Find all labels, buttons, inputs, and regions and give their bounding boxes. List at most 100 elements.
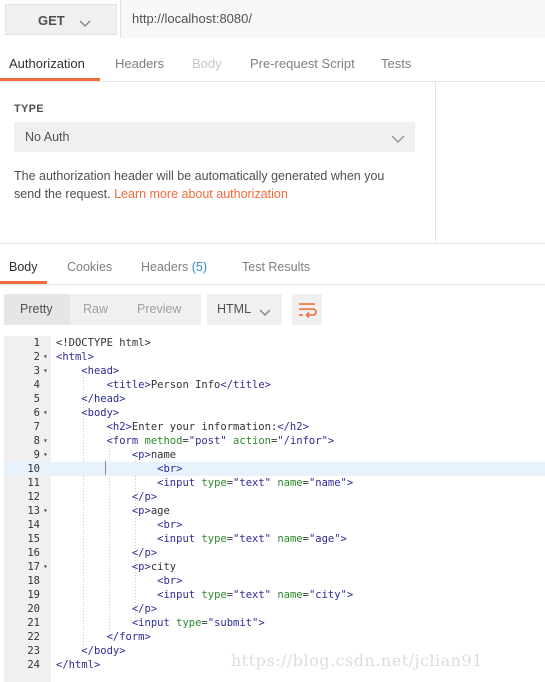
chevron-down-icon	[79, 15, 91, 33]
line-number: 10	[27, 463, 40, 475]
line-number: 13	[27, 505, 40, 517]
text-cursor	[105, 461, 106, 475]
code-text: </p>	[131, 603, 158, 615]
tab-pre-request-script[interactable]: Pre-request Script	[250, 56, 355, 71]
code-line: 12 </p>	[4, 490, 545, 504]
method-dropdown[interactable]: GET	[5, 4, 117, 35]
tab-response-headers[interactable]: Headers (5)	[141, 260, 207, 274]
code-line: 22 </form>	[4, 630, 545, 644]
code-text: </html>	[56, 659, 101, 671]
code-text: <h2>Enter your information:</h2>	[106, 421, 309, 433]
code-text: <br>	[157, 463, 183, 475]
learn-more-link[interactable]: Learn more about authorization	[114, 187, 288, 201]
code-text: <input type="text" name="age">	[157, 533, 347, 545]
chevron-down-icon	[391, 131, 405, 149]
line-number: 18	[27, 575, 40, 587]
code-line: 16 </p>	[4, 546, 545, 560]
tab-body[interactable]: Body	[192, 56, 222, 71]
code-text: <input type="text" name="name">	[157, 477, 354, 489]
fold-arrow-icon[interactable]: ▾	[43, 364, 48, 378]
request-tabs: Authorization Headers Body Pre-request S…	[0, 44, 545, 82]
code-line: 18 <br>	[4, 574, 545, 588]
line-number: 2	[33, 351, 40, 363]
code-text: <p>name	[131, 449, 177, 461]
fold-arrow-icon[interactable]: ▾	[43, 434, 48, 448]
mode-preview-button[interactable]: Preview	[137, 302, 181, 316]
code-line: 1 <!DOCTYPE html>	[4, 336, 545, 350]
method-label: GET	[38, 13, 65, 28]
code-text: <!DOCTYPE html>	[56, 337, 151, 349]
watermark: https://blog.csdn.net/jclian91	[231, 651, 483, 670]
code-line: 19 <input type="text" name="city">	[4, 588, 545, 602]
fold-arrow-icon[interactable]: ▾	[43, 560, 48, 574]
response-view-toolbar: Pretty Raw Preview HTML	[0, 285, 545, 335]
line-number: 14	[27, 519, 40, 531]
tab-headers[interactable]: Headers	[115, 56, 164, 71]
line-number: 5	[33, 393, 40, 405]
code-line: 8 ▾ <form method="post" action="/infor">	[4, 434, 545, 448]
code-line: 14 <br>	[4, 518, 545, 532]
line-number: 9	[33, 449, 40, 461]
code-text: </form>	[106, 631, 151, 643]
line-number: 16	[27, 547, 40, 559]
auth-type-select[interactable]: No Auth	[14, 122, 415, 152]
wrap-lines-icon	[292, 303, 322, 329]
line-number: 19	[27, 589, 40, 601]
code-text: <p>city	[131, 561, 177, 573]
mode-pretty-button[interactable]: Pretty	[20, 302, 53, 316]
code-text: <br>	[157, 575, 183, 587]
auth-description: The authorization header will be automat…	[14, 167, 414, 203]
fold-arrow-icon[interactable]: ▾	[43, 406, 48, 420]
format-label: HTML	[217, 302, 252, 316]
code-line: 11 <input type="text" name="name">	[4, 476, 545, 490]
code-text: <br>	[157, 519, 183, 531]
active-tab-indicator	[0, 78, 100, 81]
line-number: 22	[27, 631, 40, 643]
line-number: 1	[33, 337, 40, 349]
line-number: 6	[33, 407, 40, 419]
code-text: <head>	[81, 365, 120, 377]
line-number: 23	[27, 645, 40, 657]
code-line: 10 <br>	[4, 462, 545, 476]
line-number: 7	[33, 421, 40, 433]
wrap-lines-button[interactable]	[292, 294, 322, 325]
line-number: 21	[27, 617, 40, 629]
authorization-panel: TYPE No Auth The authorization header wi…	[0, 82, 435, 242]
auth-type-value: No Auth	[25, 130, 70, 144]
code-text: </p>	[131, 491, 158, 503]
format-dropdown[interactable]: HTML	[207, 294, 282, 325]
code-text: <title>Person Info</title>	[106, 379, 271, 391]
code-text: </p>	[131, 547, 158, 559]
line-number: 17	[27, 561, 40, 573]
mode-raw-button[interactable]: Raw	[83, 302, 108, 316]
url-input[interactable]: http://localhost:8080/	[120, 0, 545, 38]
chevron-down-icon	[259, 304, 271, 322]
active-response-tab-indicator	[0, 281, 47, 284]
line-number: 8	[33, 435, 40, 447]
line-number: 15	[27, 533, 40, 545]
code-line: 6 ▾ <body>	[4, 406, 545, 420]
tab-test-results[interactable]: Test Results	[242, 260, 310, 274]
tab-response-body[interactable]: Body	[9, 260, 38, 274]
panel-divider	[435, 82, 436, 243]
headers-count-badge: (5)	[191, 260, 208, 274]
url-text: http://localhost:8080/	[132, 11, 252, 26]
request-bar: GET http://localhost:8080/	[0, 0, 545, 40]
tab-authorization[interactable]: Authorization	[9, 56, 85, 71]
response-headers-label: Headers	[141, 260, 189, 274]
tab-tests[interactable]: Tests	[381, 56, 411, 71]
tab-cookies[interactable]: Cookies	[67, 260, 112, 274]
fold-arrow-icon[interactable]: ▾	[43, 350, 48, 364]
code-text: <body>	[81, 407, 120, 419]
code-line: 13 ▾ <p>age	[4, 504, 545, 518]
code-line: 5 </head>	[4, 392, 545, 406]
response-code-editor[interactable]: 1 <!DOCTYPE html> 2 ▾ <html> 3 ▾ <head> 4 <titl…	[4, 336, 545, 682]
code-line: 4 <title>Person Info</title>	[4, 378, 545, 392]
code-text: <input type="text" name="city">	[157, 589, 354, 601]
code-text: <form method="post" action="/infor">	[106, 435, 335, 447]
response-tabs: Body Cookies Headers (5) Test Results	[0, 244, 545, 285]
line-number: 3	[33, 365, 40, 377]
line-number: 24	[27, 659, 40, 671]
fold-arrow-icon[interactable]: ▾	[43, 504, 48, 518]
fold-arrow-icon[interactable]: ▾	[43, 448, 48, 462]
